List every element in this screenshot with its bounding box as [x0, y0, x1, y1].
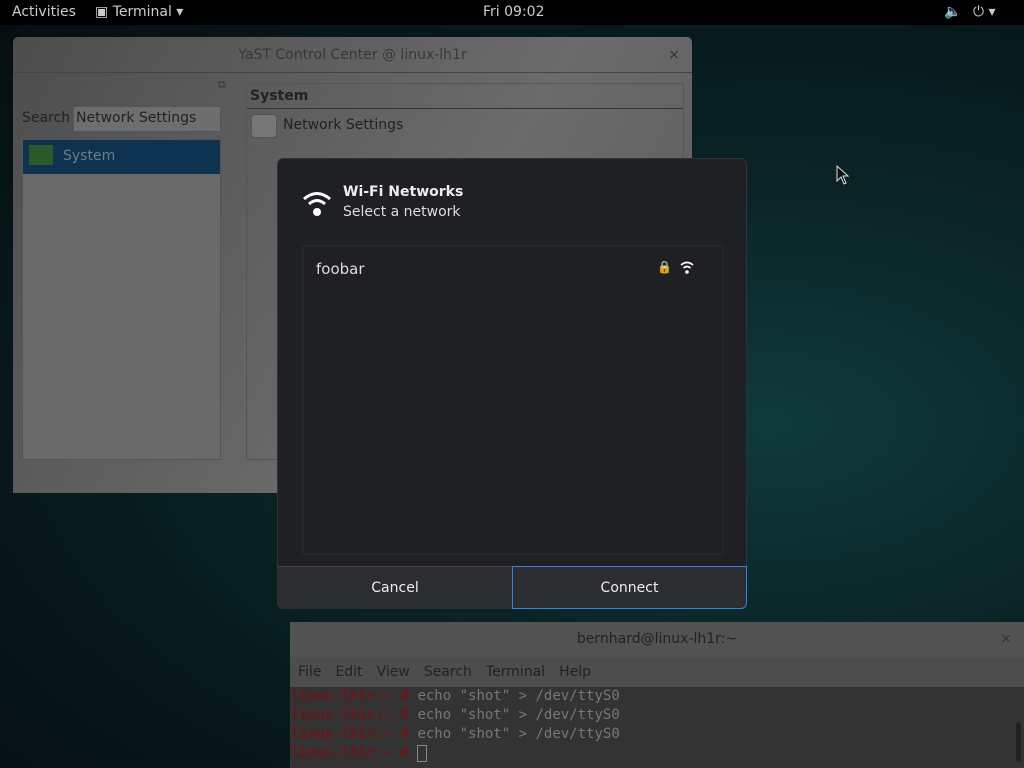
menubar: File Edit View Search Terminal Help — [290, 657, 1024, 687]
search-label: Search — [22, 110, 71, 126]
app-menu[interactable]: ▣ Terminal ▾ — [95, 4, 183, 20]
network-icon — [251, 114, 277, 138]
network-item[interactable]: foobar 🔒 — [303, 246, 723, 290]
terminal-output[interactable]: linux-lh1r:~ # echo "shot" > /dev/ttyS0 … — [290, 687, 1024, 768]
menu-help[interactable]: Help — [559, 664, 591, 680]
wifi-dialog: Wi-Fi Networks Select a network foobar 🔒… — [277, 158, 747, 609]
network-list: foobar 🔒 — [302, 245, 724, 555]
terminal-line: linux-lh1r:~ # echo "shot" > /dev/ttyS0 — [291, 688, 620, 704]
detach-icon[interactable]: ⧉ — [218, 78, 226, 92]
mouse-pointer-icon — [836, 165, 850, 185]
menu-edit[interactable]: Edit — [335, 664, 362, 680]
activities-button[interactable]: Activities — [12, 4, 76, 20]
menu-search[interactable]: Search — [424, 664, 472, 680]
close-icon[interactable]: × — [668, 37, 680, 73]
top-bar: Activities ▣ Terminal ▾ Fri 09:02 🔈 ⏻ ▾ — [0, 0, 1024, 25]
close-icon[interactable]: × — [1000, 622, 1012, 657]
system-icon — [29, 145, 53, 165]
terminal-titlebar: bernhard@linux-lh1r:~ × — [290, 622, 1024, 657]
terminal-line: linux-lh1r:~ # — [291, 744, 1024, 763]
wifi-icon — [303, 192, 331, 216]
clock[interactable]: Fri 09:02 — [483, 4, 544, 20]
search-input[interactable]: Network Settings — [73, 106, 221, 132]
cancel-button[interactable]: Cancel — [278, 566, 513, 609]
cursor — [417, 744, 428, 762]
power-icon[interactable]: ⏻ ▾ — [973, 4, 996, 20]
terminal-line: linux-lh1r:~ # echo "shot" > /dev/ttyS0 — [291, 726, 620, 742]
yast-titlebar: YaST Control Center @ linux-lh1r × — [13, 37, 692, 73]
group-header: System — [247, 84, 683, 109]
scrollbar[interactable] — [1016, 722, 1021, 762]
lock-icon: 🔒 — [657, 260, 672, 274]
menu-view[interactable]: View — [377, 664, 410, 680]
terminal-window: bernhard@linux-lh1r:~ × File Edit View Searc… — [290, 622, 1024, 768]
dialog-subtitle: Select a network — [343, 204, 461, 220]
category-system[interactable]: System — [23, 140, 220, 174]
terminal-line: linux-lh1r:~ # echo "shot" > /dev/ttyS0 — [291, 707, 620, 723]
terminal-icon: ▣ — [95, 4, 109, 20]
volume-icon[interactable]: 🔈 — [944, 4, 961, 20]
signal-icon — [680, 261, 694, 274]
menu-terminal[interactable]: Terminal — [486, 664, 545, 680]
module-network-settings[interactable]: Network Settings — [247, 109, 683, 138]
dialog-title: Wi-Fi Networks — [343, 184, 464, 200]
connect-button[interactable]: Connect — [512, 566, 747, 609]
menu-file[interactable]: File — [298, 664, 321, 680]
